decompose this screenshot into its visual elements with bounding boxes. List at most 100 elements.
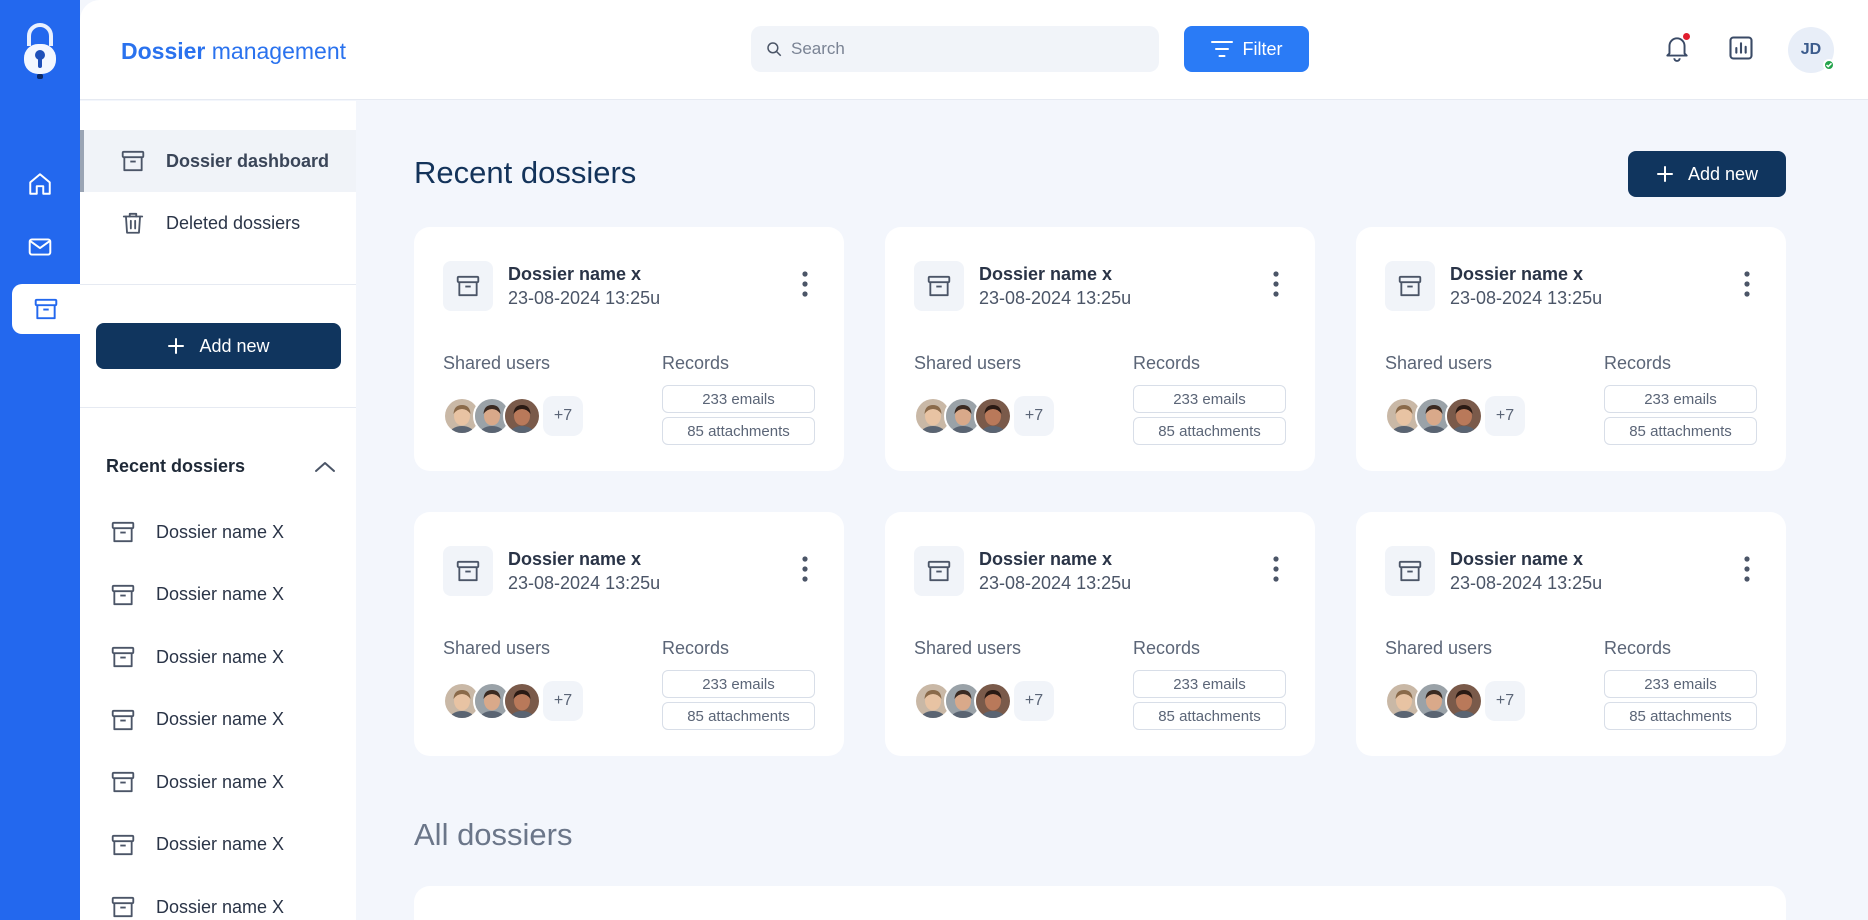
emails-count-badge: 233 emails xyxy=(1604,385,1757,413)
sidebar: Dossier dashboard Deleted dossiers Add n… xyxy=(80,101,356,920)
recent-dossier-label: Dossier name X xyxy=(156,896,285,917)
rail-home-button[interactable] xyxy=(12,159,68,209)
archive-icon xyxy=(120,148,146,174)
dossier-card[interactable]: Dossier name x 23-08-2024 13:25u Shared … xyxy=(1356,227,1786,471)
emails-count-badge: 233 emails xyxy=(1604,670,1757,698)
more-vertical-icon[interactable] xyxy=(1744,556,1750,582)
more-users-count: +7 xyxy=(1014,681,1054,721)
notification-dot xyxy=(1682,32,1691,41)
user-initials: JD xyxy=(1800,41,1822,58)
recent-dossier-item[interactable]: Dossier name X xyxy=(110,769,284,795)
search-input[interactable] xyxy=(791,39,1131,59)
add-new-dossier-button[interactable]: Add new xyxy=(1628,151,1786,197)
lock-logo-icon xyxy=(20,22,60,80)
shared-users-label: Shared users xyxy=(443,353,551,373)
attachments-count-badge: 85 attachments xyxy=(1604,417,1757,445)
dossier-name: Dossier name x xyxy=(1450,264,1584,284)
shared-users-avatars[interactable]: +7 xyxy=(1385,681,1525,721)
recent-dossier-label: Dossier name X xyxy=(156,584,285,604)
records-label: Records xyxy=(1133,353,1201,373)
archive-icon xyxy=(33,296,59,322)
archive-icon xyxy=(914,261,964,311)
dossier-card[interactable]: Dossier name x 23-08-2024 13:25u Shared … xyxy=(885,512,1315,756)
search-box[interactable] xyxy=(751,26,1159,72)
user-avatar-icon xyxy=(1445,397,1483,435)
rail-dossiers-button[interactable] xyxy=(12,284,80,334)
rail-mail-button[interactable] xyxy=(12,222,68,272)
trash-icon xyxy=(120,210,146,236)
more-users-count: +7 xyxy=(1014,396,1054,436)
user-avatar[interactable]: JD xyxy=(1788,27,1835,73)
user-avatar-icon xyxy=(974,397,1012,435)
more-vertical-icon[interactable] xyxy=(1273,556,1279,582)
notifications-button[interactable] xyxy=(1664,32,1691,62)
more-vertical-icon[interactable] xyxy=(1273,271,1279,297)
more-vertical-icon[interactable] xyxy=(802,271,808,297)
top-bar: Dossier management Filter xyxy=(80,0,1868,100)
dossier-date: 23-08-2024 13:25u xyxy=(508,288,661,308)
dossier-date: 23-08-2024 13:25u xyxy=(508,573,661,593)
app-rail xyxy=(0,0,80,920)
recent-dossier-item[interactable]: Dossier name X xyxy=(110,582,284,608)
more-users-count: +7 xyxy=(543,396,583,436)
shared-users-avatars[interactable]: +7 xyxy=(443,396,583,436)
more-users-count: +7 xyxy=(1485,396,1525,436)
filter-icon xyxy=(1210,39,1233,59)
dossier-name: Dossier name x xyxy=(979,264,1113,284)
shared-users-avatars[interactable]: +7 xyxy=(914,681,1054,721)
recent-dossier-item[interactable]: Dossier name X xyxy=(110,644,284,670)
more-vertical-icon[interactable] xyxy=(1744,271,1750,297)
more-users-count: +7 xyxy=(1485,681,1525,721)
add-new-label: Add new xyxy=(199,335,270,356)
more-vertical-icon[interactable] xyxy=(802,556,808,582)
dossier-card[interactable]: Dossier name x 23-08-2024 13:25u Shared … xyxy=(414,227,844,471)
shared-users-avatars[interactable]: +7 xyxy=(1385,396,1525,436)
stats-button[interactable] xyxy=(1727,34,1755,62)
dossier-name: Dossier name x xyxy=(508,549,642,569)
shared-users-avatars[interactable]: +7 xyxy=(914,396,1054,436)
online-status-icon xyxy=(1823,59,1835,71)
archive-icon xyxy=(914,546,964,596)
dossier-date: 23-08-2024 13:25u xyxy=(979,573,1132,593)
sidebar-item-dossier-dashboard[interactable]: Dossier dashboard xyxy=(80,130,356,192)
dossier-name: Dossier name x xyxy=(508,264,642,284)
recent-dossier-item[interactable]: Dossier name X xyxy=(110,832,284,858)
recent-dossier-label: Dossier name X xyxy=(156,709,285,729)
recent-dossier-item[interactable]: Dossier name X xyxy=(110,894,284,920)
recent-dossier-label: Dossier name X xyxy=(156,834,285,854)
recent-dossier-item[interactable]: Dossier name X xyxy=(110,707,284,733)
chevron-up-icon[interactable] xyxy=(314,460,336,474)
sidebar-divider xyxy=(80,284,356,285)
all-dossiers-panel xyxy=(414,886,1786,920)
filter-label: Filter xyxy=(1242,38,1283,59)
attachments-count-badge: 85 attachments xyxy=(662,702,815,730)
records-label: Records xyxy=(1133,638,1201,658)
all-dossiers-heading: All dossiers xyxy=(414,817,573,852)
app-title: Dossier management xyxy=(121,38,347,64)
shared-users-label: Shared users xyxy=(443,638,551,658)
emails-count-badge: 233 emails xyxy=(1133,670,1286,698)
sidebar-add-new-button[interactable]: Add new xyxy=(96,323,341,369)
records-label: Records xyxy=(1604,353,1672,373)
sidebar-item-deleted-dossiers[interactable]: Deleted dossiers xyxy=(80,192,356,254)
user-avatar-icon xyxy=(974,682,1012,720)
records-label: Records xyxy=(662,353,730,373)
recent-dossier-label: Dossier name X xyxy=(156,646,285,667)
shared-users-label: Shared users xyxy=(1385,638,1493,658)
dossier-card[interactable]: Dossier name x 23-08-2024 13:25u Shared … xyxy=(414,512,844,756)
sidebar-item-label: Deleted dossiers xyxy=(166,212,301,233)
shared-users-avatars[interactable]: +7 xyxy=(443,681,583,721)
filter-button[interactable]: Filter xyxy=(1184,26,1309,72)
user-avatar-icon xyxy=(503,682,541,720)
recent-dossier-item[interactable]: Dossier name X xyxy=(110,519,284,545)
dossier-card[interactable]: Dossier name x 23-08-2024 13:25u Shared … xyxy=(1356,512,1786,756)
archive-icon xyxy=(1385,261,1435,311)
dossier-name: Dossier name x xyxy=(1450,549,1584,569)
recent-dossiers-header[interactable]: Recent dossiers xyxy=(106,456,336,477)
add-new-label: Add new xyxy=(1687,163,1759,184)
shared-users-label: Shared users xyxy=(1385,353,1493,373)
user-avatar-icon xyxy=(503,397,541,435)
attachments-count-badge: 85 attachments xyxy=(662,417,815,445)
dossier-card[interactable]: Dossier name x 23-08-2024 13:25u Shared … xyxy=(885,227,1315,471)
user-avatar-icon xyxy=(1445,682,1483,720)
